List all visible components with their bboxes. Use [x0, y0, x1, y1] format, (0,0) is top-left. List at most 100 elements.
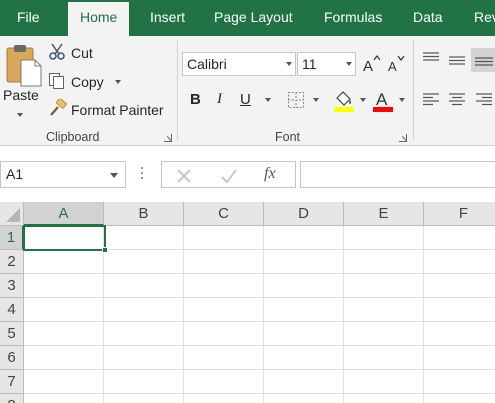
underline-button[interactable]: U [240, 91, 251, 108]
tab-formulas[interactable]: Formulas [324, 0, 382, 36]
copy-dropdown-icon[interactable] [115, 80, 121, 84]
cut-icon[interactable] [48, 43, 66, 61]
cell-f6[interactable] [424, 346, 495, 370]
cell-a2[interactable] [24, 250, 104, 274]
tab-page-layout[interactable]: Page Layout [214, 0, 293, 36]
fill-handle[interactable] [102, 247, 108, 253]
worksheet-grid[interactable]: A B C D E F 1 2 3 4 5 6 7 8 [0, 202, 495, 403]
borders-dropdown-icon[interactable] [313, 98, 319, 102]
cell-b8[interactable] [104, 394, 184, 403]
tab-file[interactable]: File [17, 0, 40, 36]
bold-button[interactable]: B [190, 91, 201, 108]
row-header-5[interactable]: 5 [0, 322, 24, 346]
row-header-1[interactable]: 1 [0, 226, 24, 250]
font-color-dropdown-icon[interactable] [399, 98, 405, 102]
active-cell-a1[interactable] [23, 225, 106, 251]
cell-c8[interactable] [184, 394, 264, 403]
tab-insert[interactable]: Insert [150, 0, 185, 36]
cell-e8[interactable] [344, 394, 424, 403]
column-header-e[interactable]: E [344, 202, 424, 226]
cell-e7[interactable] [344, 370, 424, 394]
tab-home[interactable]: Home [68, 2, 130, 36]
insert-function-button[interactable]: fx [264, 165, 276, 183]
cell-d2[interactable] [264, 250, 344, 274]
name-box-dropdown-icon[interactable] [110, 173, 118, 178]
column-header-a[interactable]: A [24, 202, 104, 226]
row-header-2[interactable]: 2 [0, 250, 24, 274]
cancel-icon[interactable] [176, 168, 192, 184]
enter-check-icon[interactable] [220, 168, 238, 184]
row-header-8[interactable]: 8 [0, 394, 24, 403]
paste-icon[interactable] [4, 44, 42, 88]
cell-f3[interactable] [424, 274, 495, 298]
format-painter-label[interactable]: Format Painter [71, 102, 164, 118]
column-header-c[interactable]: C [184, 202, 264, 226]
cell-f1[interactable] [424, 226, 495, 250]
borders-icon[interactable] [287, 91, 305, 109]
row-header-3[interactable]: 3 [0, 274, 24, 298]
cell-a6[interactable] [24, 346, 104, 370]
cell-e5[interactable] [344, 322, 424, 346]
font-dialog-launcher-icon[interactable] [399, 134, 407, 142]
cell-c5[interactable] [184, 322, 264, 346]
copy-icon[interactable] [48, 72, 66, 90]
align-center-icon[interactable] [448, 93, 466, 107]
column-header-d[interactable]: D [264, 202, 344, 226]
cell-b3[interactable] [104, 274, 184, 298]
bottom-align-icon[interactable] [471, 48, 495, 72]
cell-c1[interactable] [184, 226, 264, 250]
cell-c3[interactable] [184, 274, 264, 298]
formula-bar-grip-icon[interactable] [141, 167, 144, 183]
align-right-icon[interactable] [475, 93, 493, 107]
cell-b4[interactable] [104, 298, 184, 322]
row-header-6[interactable]: 6 [0, 346, 24, 370]
align-left-icon[interactable] [422, 93, 440, 107]
column-header-f[interactable]: F [424, 202, 495, 226]
cell-e6[interactable] [344, 346, 424, 370]
paste-dropdown-icon[interactable] [17, 113, 23, 117]
top-align-icon[interactable] [422, 52, 440, 66]
cell-a3[interactable] [24, 274, 104, 298]
cell-f4[interactable] [424, 298, 495, 322]
column-header-b[interactable]: B [104, 202, 184, 226]
cell-c6[interactable] [184, 346, 264, 370]
cell-a4[interactable] [24, 298, 104, 322]
row-header-4[interactable]: 4 [0, 298, 24, 322]
cell-f7[interactable] [424, 370, 495, 394]
clipboard-dialog-launcher-icon[interactable] [164, 134, 172, 142]
cut-label[interactable]: Cut [71, 45, 93, 61]
cell-f5[interactable] [424, 322, 495, 346]
row-header-7[interactable]: 7 [0, 370, 24, 394]
font-size-combo[interactable]: 11 [297, 52, 356, 76]
formula-input[interactable] [300, 161, 495, 188]
cell-d5[interactable] [264, 322, 344, 346]
format-painter-icon[interactable] [48, 98, 68, 117]
tab-data[interactable]: Data [413, 0, 443, 36]
cell-d7[interactable] [264, 370, 344, 394]
cell-e1[interactable] [344, 226, 424, 250]
cell-d6[interactable] [264, 346, 344, 370]
decrease-font-size-icon[interactable]: A [387, 54, 405, 74]
cell-b2[interactable] [104, 250, 184, 274]
tab-review[interactable]: Rev [474, 0, 495, 36]
fill-color-icon[interactable] [333, 88, 355, 112]
cell-e4[interactable] [344, 298, 424, 322]
cell-a5[interactable] [24, 322, 104, 346]
cell-c7[interactable] [184, 370, 264, 394]
italic-button[interactable]: I [217, 91, 222, 108]
cell-d4[interactable] [264, 298, 344, 322]
cell-d1[interactable] [264, 226, 344, 250]
cell-c4[interactable] [184, 298, 264, 322]
select-all-button[interactable] [0, 202, 24, 226]
underline-dropdown-icon[interactable] [265, 98, 271, 102]
cell-a8[interactable] [24, 394, 104, 403]
cell-a7[interactable] [24, 370, 104, 394]
cell-f8[interactable] [424, 394, 495, 403]
increase-font-size-icon[interactable]: A [362, 54, 381, 75]
name-box[interactable]: A1 [0, 161, 126, 188]
cell-d8[interactable] [264, 394, 344, 403]
cell-b5[interactable] [104, 322, 184, 346]
cell-e2[interactable] [344, 250, 424, 274]
paste-label[interactable]: Paste [3, 87, 39, 103]
font-name-combo[interactable]: Calibri [182, 52, 296, 76]
